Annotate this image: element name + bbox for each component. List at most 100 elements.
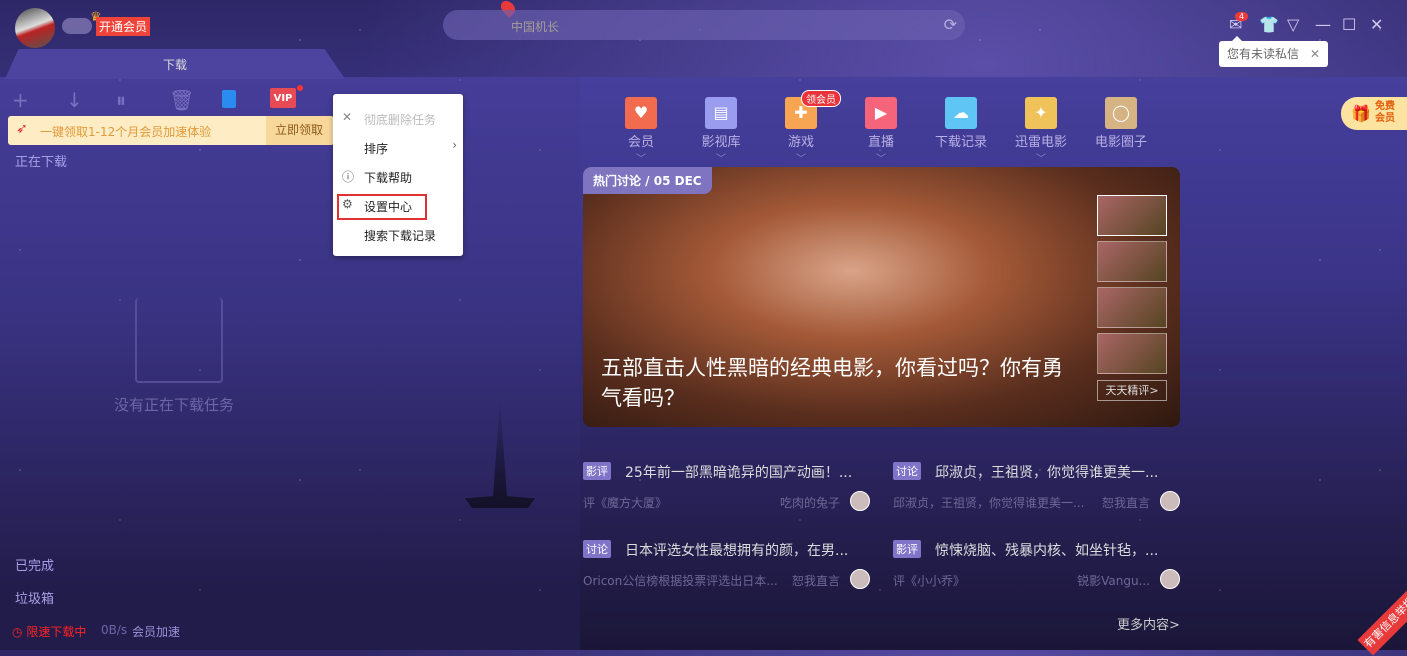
app-icon: ▶ (865, 97, 897, 129)
app-1[interactable]: ▤影视库﹀ (691, 97, 751, 165)
download-panel (0, 77, 580, 650)
post-item[interactable]: 讨论邱淑贞，王祖贤，你觉得谁更美一...邱淑贞，王祖贤，你觉得谁更美一...恕我… (893, 462, 1180, 512)
hero-tag: 热门讨论 / 05 DEC (583, 167, 712, 194)
post-title[interactable]: 惊悚烧脑、残暴内核、如坐针毡，... (935, 540, 1158, 560)
chevron-down-icon[interactable]: ﹀ (1011, 150, 1071, 165)
post-title[interactable]: 25年前一部黑暗诡异的国产动画！... (625, 462, 852, 482)
search-value: 中国机长 (511, 18, 559, 35)
post-item[interactable]: 影评惊悚烧脑、残暴内核、如坐针毡，... 评《小小乔》 锐影Vangu... (893, 540, 1180, 590)
tab-download-label[interactable]: 下载 (163, 56, 187, 73)
post-title[interactable]: 日本评选女性最想拥有的颜，在男... (625, 540, 848, 560)
menu-item-delete-permanently[interactable]: 彻底删除任务 (364, 111, 436, 128)
post-tag: 影评 (583, 462, 611, 480)
username[interactable] (62, 18, 92, 34)
chevron-down-icon[interactable]: ﹀ (771, 150, 831, 165)
hero-banner[interactable]: 热门讨论 / 05 DEC 五部直击人性黑暗的经典电影，你看过吗？你有勇气看吗？… (583, 167, 1180, 427)
app-label: 电影圈子 (1091, 131, 1151, 150)
app-5[interactable]: ✦ 迅雷电影﹀ (1011, 97, 1071, 165)
app-2[interactable]: ✚游戏﹀ (771, 97, 831, 165)
post-subtitle: Oricon公信榜根据投票评选出日本... (583, 572, 778, 589)
app-label: 游戏 (771, 131, 831, 150)
post-author[interactable]: 吃肉的兔子 (780, 494, 840, 511)
empty-message: 没有正在下载任务 (114, 394, 234, 415)
chevron-right-icon: › (452, 138, 457, 152)
promo-banner: ➶ 一键领取1-12个月会员加速体验 立即领取 (8, 116, 334, 145)
hero-thumbnail[interactable] (1097, 195, 1167, 236)
post-tag: 讨论 (583, 540, 611, 558)
delete-icon[interactable]: 🗑 (169, 88, 194, 112)
post-subtitle: 评《小小乔》 (893, 572, 965, 589)
chevron-down-icon[interactable]: ﹀ (691, 150, 751, 165)
sidebar-item-downloading[interactable]: 正在下载 (15, 151, 67, 170)
tooltip-text: 您有未读私信 (1227, 47, 1299, 61)
post-author[interactable]: 恕我直言 (792, 572, 840, 589)
free-vip-label: 免费会员 (1375, 101, 1399, 125)
post-author[interactable]: 锐影Vangu... (1077, 572, 1150, 589)
close-icon[interactable]: ✕ (1370, 15, 1383, 34)
skin-icon[interactable]: 👕 (1259, 15, 1279, 34)
post-tag: 影评 (893, 540, 921, 558)
app-icon: ✦ (1025, 97, 1057, 129)
author-avatar[interactable] (850, 491, 870, 511)
app-6[interactable]: ◯ 电影圈子 (1091, 97, 1151, 150)
menu-item-help[interactable]: 下载帮助 (364, 169, 412, 186)
app-3[interactable]: ▶ 直播﹀ (851, 97, 911, 165)
app-icon: ◯ (1105, 97, 1137, 129)
chevron-down-icon[interactable]: ﹀ (851, 150, 911, 165)
menu-item-settings[interactable]: 设置中心 (364, 198, 412, 215)
hero-thumbnail[interactable] (1097, 333, 1167, 374)
sidebar-item-completed[interactable]: 已完成 (15, 555, 54, 574)
maximize-icon[interactable]: ☐ (1342, 15, 1356, 34)
tooltip-close-icon[interactable]: ✕ (1310, 41, 1320, 67)
post-item[interactable]: 影评 25年前一部黑暗诡异的国产动画！... 评《魔方大厦》 吃肉的兔子 (583, 462, 870, 512)
vip-accelerate-link[interactable]: 会员加速 (132, 623, 180, 640)
app-4[interactable]: ☁下载记录 (931, 97, 991, 150)
daily-review-link[interactable]: 天天精评> (1097, 380, 1167, 401)
app-label: 迅雷电影 (1011, 131, 1071, 150)
game-vip-badge: 领会员 (801, 90, 841, 107)
more-content-link[interactable]: 更多内容> (1117, 614, 1180, 633)
app-icon: ☁ (945, 97, 977, 129)
post-item[interactable]: 讨论日本评选女性最想拥有的颜，在男... Oricon公信榜根据投票评选出日本..… (583, 540, 870, 590)
mail-badge: 4 (1235, 12, 1248, 21)
mobile-icon[interactable] (222, 90, 236, 108)
download-speed: 0B/s (101, 623, 127, 637)
minimize-icon[interactable]: — (1315, 15, 1331, 34)
menu-item-sort[interactable]: 排序 (364, 140, 388, 157)
context-menu: ✕ 彻底删除任务 排序 › ⓘ 下载帮助 ⚙ 设置中心 搜索下载记录 (333, 94, 463, 256)
claim-button[interactable]: 立即领取 (266, 116, 332, 145)
vip-gift-icon[interactable]: VIP (270, 88, 296, 108)
add-task-icon[interactable]: + (12, 88, 29, 112)
app-0[interactable]: ♥ 会员﹀ (611, 97, 671, 165)
free-vip-button[interactable]: 🎁免费会员 (1341, 97, 1407, 130)
hero-title[interactable]: 五部直击人性黑暗的经典电影，你看过吗？你有勇气看吗？ (601, 353, 1081, 413)
app-icon: ♥ (625, 97, 657, 129)
chevron-down-icon[interactable]: ﹀ (611, 150, 671, 165)
unread-message-tooltip: 您有未读私信 ✕ (1219, 41, 1328, 67)
empty-inbox-icon (135, 298, 223, 383)
menu-item-search-history[interactable]: 搜索下载记录 (364, 227, 436, 244)
app-label: 直播 (851, 131, 911, 150)
gift-icon: 🎁 (1351, 104, 1371, 123)
author-avatar[interactable] (1160, 569, 1180, 589)
pause-icon[interactable]: ⏸ (116, 88, 126, 112)
sidebar-item-trash[interactable]: 垃圾箱 (15, 588, 54, 607)
avatar[interactable] (15, 8, 55, 48)
start-icon[interactable]: ↓ (66, 88, 83, 112)
post-title[interactable]: 邱淑贞，王祖贤，你觉得谁更美一... (935, 462, 1158, 482)
hero-thumbnail[interactable] (1097, 241, 1167, 282)
search-input[interactable]: 中国机长 ⟳ (443, 10, 965, 40)
refresh-icon[interactable]: ⟳ (944, 15, 957, 34)
open-vip-button[interactable]: 开通会员 (96, 17, 150, 36)
speed-limit-status[interactable]: ◷ 限速下载中 (12, 623, 86, 640)
gear-icon: ⚙ (342, 197, 353, 211)
menu-dropdown-icon[interactable]: ▽ (1287, 15, 1299, 34)
app-icon: ▤ (705, 97, 737, 129)
post-subtitle: 评《魔方大厦》 (583, 494, 667, 511)
app-label: 会员 (611, 131, 671, 150)
author-avatar[interactable] (1160, 491, 1180, 511)
thunder-logo-icon: ➶ (16, 121, 28, 137)
post-author[interactable]: 恕我直言 (1102, 494, 1150, 511)
author-avatar[interactable] (850, 569, 870, 589)
hero-thumbnail[interactable] (1097, 287, 1167, 328)
